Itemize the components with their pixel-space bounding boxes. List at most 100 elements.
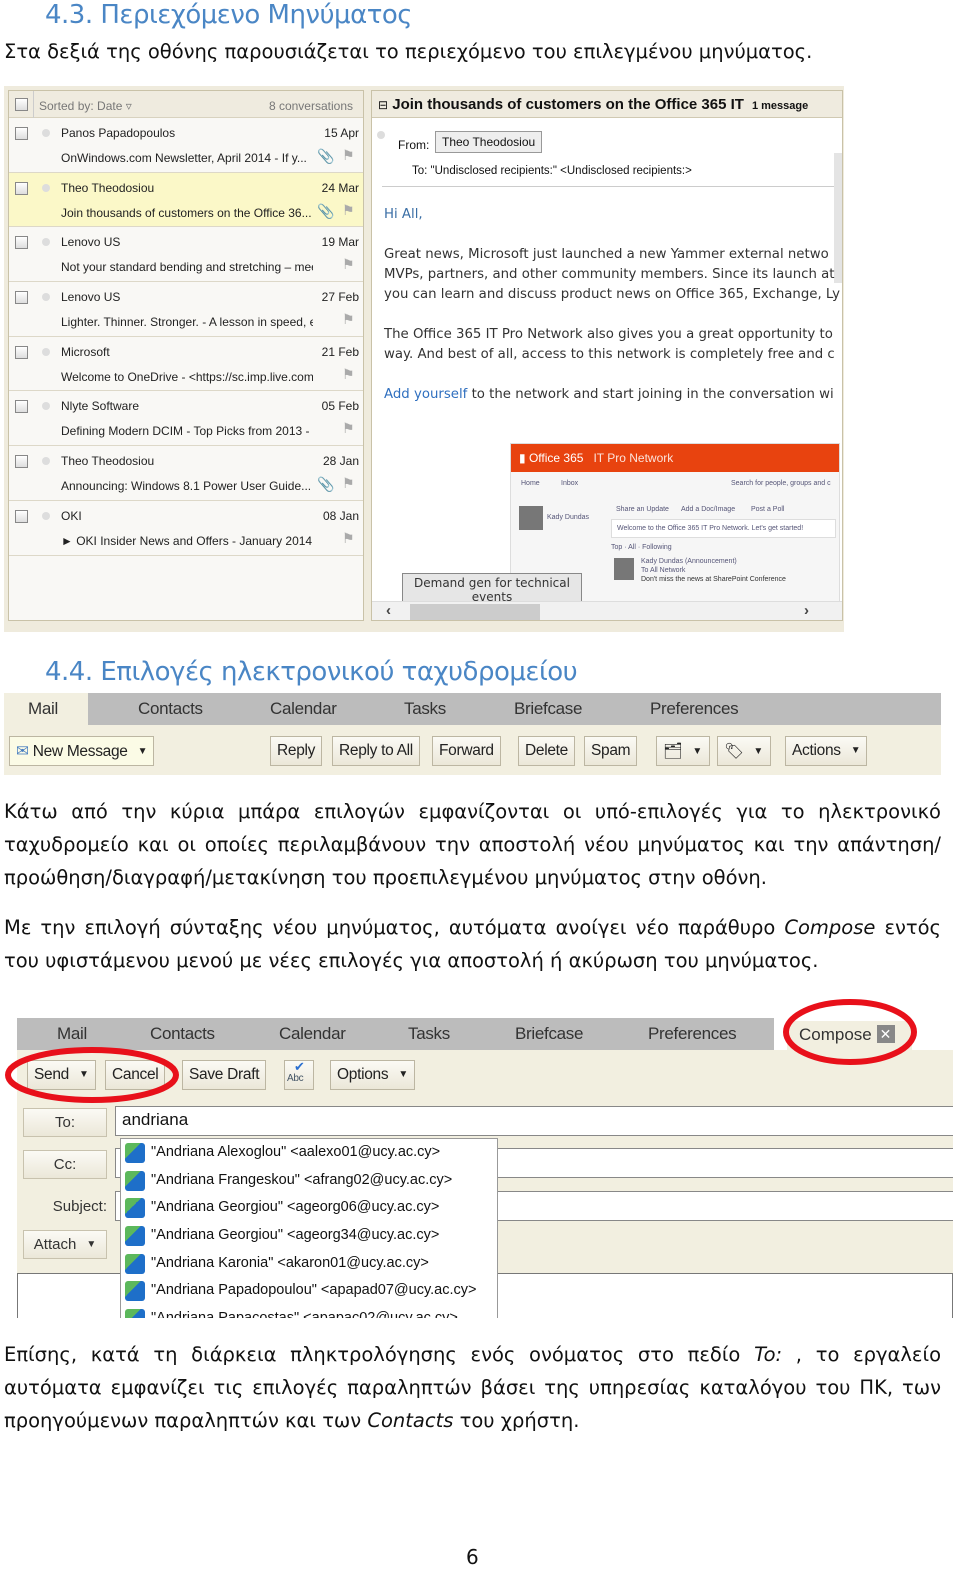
- post-poll: Post a Poll: [751, 506, 785, 513]
- collapse-icon[interactable]: ⊟: [378, 98, 388, 112]
- folder-move-icon: 🗂: [663, 743, 683, 760]
- tab-contacts[interactable]: Contacts: [138, 693, 203, 725]
- row-checkbox[interactable]: [15, 400, 28, 414]
- suggestion-text: "Andriana Papacostas" <apapac02@ucy.ac.c…: [151, 1310, 458, 1318]
- sender: Lenovo US: [61, 290, 121, 305]
- body-line: you can learn and discuss product news o…: [384, 287, 840, 302]
- reply-all-button[interactable]: Reply to All: [332, 736, 420, 766]
- scroll-right-icon[interactable]: ›: [804, 602, 809, 619]
- message-row[interactable]: OKI 08 Jan ► OKI Insider News and Offers -…: [9, 501, 363, 556]
- to-button[interactable]: To:: [23, 1108, 107, 1137]
- message-body: Great news, Microsoft just launched a ne…: [384, 245, 840, 365]
- divider: [382, 186, 837, 187]
- sender: Panos Papadopoulos: [61, 126, 176, 140]
- horizontal-scrollbar[interactable]: ‹ ›: [372, 601, 842, 620]
- tab-tasks[interactable]: Tasks: [404, 693, 446, 725]
- reading-pane: ⊟ Join thousands of customers on the Off…: [371, 90, 843, 621]
- message-row[interactable]: Panos Papadopoulos 15 Apr OnWindows.com Ne…: [9, 118, 363, 173]
- flag-icon[interactable]: ⚑: [342, 366, 355, 383]
- flag-icon[interactable]: ⚑: [342, 420, 355, 437]
- sort-selector[interactable]: Sorted by: Date ▿: [39, 99, 132, 113]
- message-row[interactable]: Theo Theodosiou 28 Jan Announcing: Windows…: [9, 446, 363, 501]
- row-checkbox[interactable]: [15, 291, 28, 305]
- tab-preferences[interactable]: Preferences: [650, 693, 739, 725]
- mail-screenshot: Sorted by: Date ▿ 8 conversations Panos …: [4, 86, 844, 632]
- message-rows: Panos Papadopoulos 15 Apr OnWindows.com Ne…: [9, 118, 363, 556]
- add-doc: Add a Doc/Image: [681, 506, 736, 513]
- suggestion-item[interactable]: "Andriana Alexoglou" <aalexo01@ucy.ac.cy…: [121, 1139, 497, 1167]
- spam-button[interactable]: Spam: [584, 736, 638, 766]
- row-checkbox[interactable]: [15, 127, 28, 140]
- flag-icon[interactable]: ⚑: [342, 475, 355, 492]
- paperclip-icon: 📎: [317, 476, 335, 493]
- conversation-count: 8 conversations: [268, 99, 353, 113]
- message-row[interactable]: Lenovo US 19 Mar Not your standard bending…: [9, 227, 363, 283]
- post-to: To All Network: [641, 567, 686, 574]
- select-all-checkbox[interactable]: [15, 98, 28, 111]
- forward-button[interactable]: Forward: [432, 736, 501, 766]
- scrollbar-thumb[interactable]: [410, 604, 540, 620]
- suggestion-item[interactable]: "Andriana Papadopoulou" <apapad07@ucy.ac…: [121, 1277, 497, 1305]
- message-title-bar: ⊟ Join thousands of customers on the Off…: [372, 91, 842, 118]
- tag-button[interactable]: 🏷: [717, 736, 771, 766]
- tab-mail[interactable]: Mail: [4, 693, 88, 725]
- contact-globe-icon: [125, 1143, 145, 1163]
- row-checkbox[interactable]: [15, 345, 28, 359]
- message-row[interactable]: Lenovo US 27 Feb Lighter. Thinner. Stronge…: [9, 282, 363, 337]
- contact-globe-icon: [125, 1170, 145, 1191]
- suggestion-item[interactable]: "Andriana Frangeskou" <afrang02@ucy.ac.c…: [121, 1167, 497, 1195]
- subject: OnWindows.com Newsletter, April 2014 - I…: [61, 151, 307, 165]
- attach-button[interactable]: Attach: [23, 1230, 107, 1259]
- flag-icon[interactable]: ⚑: [342, 530, 355, 547]
- subject: Not your standard bending and stretching…: [61, 260, 313, 275]
- suggestion-item[interactable]: "Andriana Georgiou" <ageorg06@ucy.ac.cy>: [121, 1194, 497, 1222]
- post-author: Kady Dundas (Announcement): [641, 558, 737, 565]
- flag-icon[interactable]: ⚑: [342, 256, 355, 273]
- suggestion-item[interactable]: "Andriana Georgiou" <ageorg34@ucy.ac.cy>: [121, 1222, 497, 1250]
- flag-icon[interactable]: ⚑: [342, 147, 355, 164]
- sender-button[interactable]: Theo Theodosiou: [435, 131, 543, 153]
- sort-label: Sorted by: Date: [39, 99, 123, 113]
- reply-button[interactable]: Reply: [270, 736, 323, 766]
- suggestion-item[interactable]: "Andriana Papacostas" <apapac02@ucy.ac.c…: [121, 1305, 497, 1318]
- delete-button[interactable]: Delete: [518, 736, 576, 766]
- move-button[interactable]: 🗂: [656, 736, 710, 766]
- recipient-suggestions: "Andriana Alexoglou" <aalexo01@ucy.ac.cy…: [120, 1138, 498, 1318]
- post-text: Don't miss the news at SharePoint Confer…: [641, 576, 786, 583]
- subject: ► OKI Insider News and Offers - January …: [61, 533, 313, 548]
- new-message-label: New Message: [32, 743, 128, 760]
- scroll-left-icon[interactable]: ‹: [386, 602, 391, 619]
- search-box: Search for people, groups and c: [731, 480, 831, 487]
- row-checkbox[interactable]: [15, 509, 28, 523]
- add-yourself-link[interactable]: Add yourself: [384, 387, 467, 402]
- to-field[interactable]: andriana: [115, 1106, 953, 1136]
- tab-calendar[interactable]: Calendar: [270, 693, 337, 725]
- suggestion-item[interactable]: "Andriana Karonia" <akaron01@ucy.ac.cy>: [121, 1250, 497, 1278]
- subject-label: Subject:: [52, 1198, 107, 1215]
- envelope-icon: ✉: [16, 743, 29, 760]
- read-status-icon: [42, 402, 50, 411]
- contact-globe-icon: [125, 1226, 145, 1247]
- body-line: Great news, Microsoft just launched a ne…: [384, 247, 829, 262]
- message-row[interactable]: Nlyte Software 05 Feb Defining Modern DCIM…: [9, 391, 363, 447]
- date: 21 Feb: [321, 344, 359, 359]
- page-number: 6: [466, 1545, 479, 1569]
- flag-icon[interactable]: ⚑: [342, 311, 355, 328]
- read-status-icon: [42, 183, 50, 192]
- date: 19 Mar: [321, 235, 359, 250]
- cc-button[interactable]: Cc:: [23, 1150, 107, 1179]
- row-checkbox[interactable]: [15, 181, 28, 195]
- message-row[interactable]: Microsoft 21 Feb Welcome to OneDrive - <ht…: [9, 337, 363, 392]
- compose-highlight: [783, 999, 917, 1065]
- row-checkbox[interactable]: [15, 236, 28, 250]
- date: 27 Feb: [321, 290, 359, 305]
- to-recipients: To: "Undisclosed recipients:" <Undisclos…: [412, 165, 692, 177]
- sender: Nlyte Software: [61, 399, 140, 414]
- new-message-button[interactable]: ✉ New Message: [9, 736, 155, 766]
- row-checkbox[interactable]: [15, 455, 28, 469]
- tab-briefcase[interactable]: Briefcase: [514, 693, 582, 725]
- actions-button[interactable]: Actions: [785, 736, 868, 766]
- flag-icon[interactable]: ⚑: [342, 202, 355, 219]
- message-row[interactable]: Theo Theodosiou 24 Mar Join thousands of c…: [9, 172, 363, 228]
- o365-header: ▮ Office 365 IT Pro Network: [511, 444, 839, 472]
